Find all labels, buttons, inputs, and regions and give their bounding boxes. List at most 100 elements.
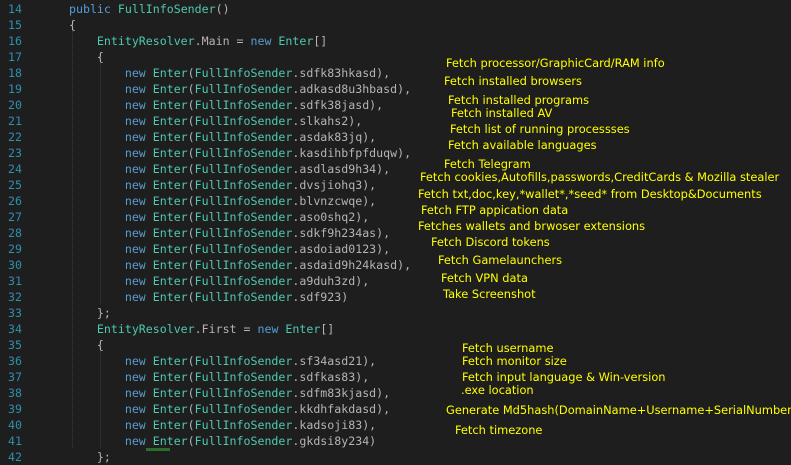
- code-editor[interactable]: 14 public FullInfoSender() 15{16 EntityRes…: [0, 0, 791, 464]
- line-number: 24: [8, 162, 22, 176]
- code-line[interactable]: 41 new Enter(FullInfoSender.gkdsi8y234): [0, 433, 791, 449]
- code-token: new: [124, 210, 153, 224]
- code-token: (: [187, 162, 195, 176]
- line-number: 36: [8, 354, 22, 368]
- code-token: ),: [376, 242, 391, 256]
- line-number: 35: [8, 338, 22, 352]
- code-token: Enter: [152, 114, 188, 128]
- code-token: new: [124, 194, 153, 208]
- code-token: Enter: [152, 258, 188, 272]
- code-line[interactable]: 42 };: [0, 449, 791, 465]
- code-text: new Enter(FullInfoSender.sdkf9h234as),: [69, 225, 390, 241]
- code-line[interactable]: 20 new Enter(FullInfoSender.sdfk38jasd),: [0, 97, 791, 113]
- code-token: new: [124, 290, 153, 304]
- code-token: (: [187, 226, 195, 240]
- code-text: new Enter(FullInfoSender.sdfm83kjasd),: [69, 385, 390, 401]
- line-number: 37: [8, 370, 22, 384]
- annotation-label: Fetches wallets and brwoser extensions: [418, 219, 646, 233]
- code-line[interactable]: 33 };: [0, 305, 791, 321]
- annotation-label: Fetch timezone: [455, 423, 543, 437]
- code-line[interactable]: 16 EntityResolver.Main = new Enter[]: [0, 33, 791, 49]
- annotation-label: Fetch list of running processses: [450, 122, 630, 136]
- code-line[interactable]: 36 new Enter(FullInfoSender.sf34asd21),: [0, 353, 791, 369]
- code-line[interactable]: 19 new Enter(FullInfoSender.adkasd8u3hba…: [0, 81, 791, 97]
- line-number: 14: [8, 2, 22, 16]
- annotation-label: Fetch Gamelaunchers: [438, 253, 563, 267]
- code-token: .sdfk83hkasd: [292, 66, 377, 80]
- code-token: new: [124, 242, 153, 256]
- code-token: new: [124, 402, 153, 416]
- code-token: ),: [376, 66, 391, 80]
- line-number: 15: [8, 18, 22, 32]
- code-token: };: [69, 306, 111, 320]
- annotation-label: .exe location: [461, 383, 534, 397]
- code-line[interactable]: 14 public FullInfoSender(): [0, 1, 791, 17]
- code-line[interactable]: 35 {: [0, 337, 791, 353]
- code-token: new: [124, 258, 153, 272]
- code-line[interactable]: 17 {: [0, 49, 791, 65]
- code-token: .asdak83jq: [292, 130, 363, 144]
- code-token: Enter: [152, 194, 188, 208]
- code-token: Enter: [152, 82, 188, 96]
- code-line[interactable]: 37 new Enter(FullInfoSender.sdfkas83),: [0, 369, 791, 385]
- code-token: Enter: [152, 354, 188, 368]
- code-token: ),: [376, 226, 391, 240]
- line-number: 32: [8, 290, 22, 304]
- code-token: .Main =: [194, 34, 251, 48]
- code-line[interactable]: 21 new Enter(FullInfoSender.slkahs2),: [0, 113, 791, 129]
- code-text: };: [69, 449, 111, 465]
- code-text: new Enter(FullInfoSender.adkasd8u3hbasd)…: [69, 81, 411, 97]
- code-line[interactable]: 23 new Enter(FullInfoSender.kasdihbfpfdu…: [0, 145, 791, 161]
- code-token: Enter: [152, 210, 188, 224]
- code-line[interactable]: 29 new Enter(FullInfoSender.asdoiad0123)…: [0, 241, 791, 257]
- code-token: ),: [369, 98, 384, 112]
- code-token: FullInfoSender: [194, 386, 293, 400]
- code-token: (: [187, 274, 195, 288]
- code-line[interactable]: 22 new Enter(FullInfoSender.asdak83jq),: [0, 129, 791, 145]
- code-text: new Enter(FullInfoSender.sdfk38jasd),: [69, 97, 383, 113]
- code-line[interactable]: 27 new Enter(FullInfoSender.aso0shq2),: [0, 209, 791, 225]
- code-token: ),: [397, 146, 412, 160]
- code-line[interactable]: 15 {: [0, 17, 791, 33]
- code-token: Enter: [152, 226, 188, 240]
- code-token: (: [187, 66, 195, 80]
- code-token: ),: [362, 130, 377, 144]
- code-token: Enter: [152, 386, 188, 400]
- code-token: []: [320, 322, 335, 336]
- code-text: EntityResolver.First = new Enter[]: [69, 321, 334, 337]
- code-token: .a9duh3zd: [292, 274, 356, 288]
- code-token: Enter: [152, 274, 188, 288]
- code-line[interactable]: 28 new Enter(FullInfoSender.sdkf9h234as)…: [0, 225, 791, 241]
- code-line[interactable]: 34 EntityResolver.First = new Enter[]: [0, 321, 791, 337]
- line-number: 28: [8, 226, 22, 240]
- code-token: .gkdsi8y234: [292, 434, 370, 448]
- code-token: new: [124, 418, 153, 432]
- code-token: new: [124, 354, 153, 368]
- code-token: .sdfk38jasd: [292, 98, 370, 112]
- code-text: new Enter(FullInfoSender.gkdsi8y234): [69, 433, 376, 449]
- code-token: .sdfm83kjasd: [292, 386, 377, 400]
- code-token: new: [124, 370, 153, 384]
- code-text: new Enter(FullInfoSender.asdak83jq),: [69, 129, 376, 145]
- line-number: 23: [8, 146, 22, 160]
- annotation-label: Fetch installed browsers: [444, 74, 582, 88]
- code-line[interactable]: 30 new Enter(FullInfoSender.asdaid9h24ka…: [0, 257, 791, 273]
- code-token: {: [69, 338, 104, 352]
- code-line[interactable]: 31 new Enter(FullInfoSender.a9duh3zd),: [0, 273, 791, 289]
- code-token: ),: [355, 274, 370, 288]
- code-token: new: [124, 146, 153, 160]
- code-line[interactable]: 18 new Enter(FullInfoSender.sdfk83hkasd)…: [0, 65, 791, 81]
- code-line[interactable]: 40 new Enter(FullInfoSender.kadsoji83),: [0, 417, 791, 433]
- code-line[interactable]: 38 new Enter(FullInfoSender.sdfm83kjasd)…: [0, 385, 791, 401]
- code-line[interactable]: 32 new Enter(FullInfoSender.sdf923): [0, 289, 791, 305]
- code-token: FullInfoSender: [194, 418, 293, 432]
- code-token: ),: [376, 402, 391, 416]
- annotation-label: Generate Md5hash(DomainName+Username+Ser…: [446, 403, 791, 417]
